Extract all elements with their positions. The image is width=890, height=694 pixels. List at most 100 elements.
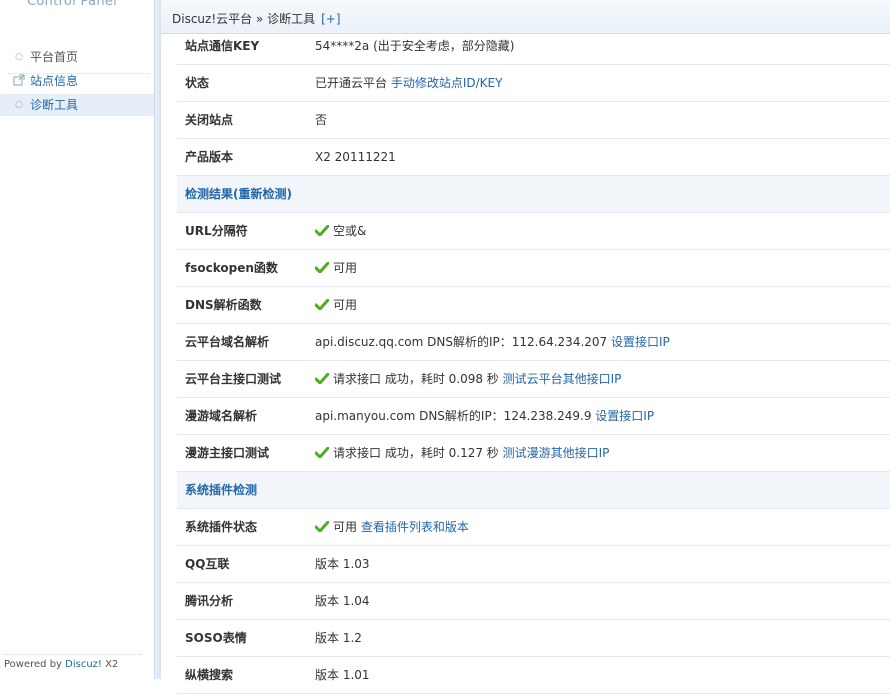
sidebar-item-platform-home[interactable]: ○ 平台首页 [0,46,154,68]
table-row: fsockopen函数 可用 [177,250,890,287]
table-row: 站点通信KEY 54****2a (出于安全考虑，部分隐藏) [177,28,890,65]
row-key: SOSO表情 [185,631,247,645]
row-value-text: 空或& [333,224,367,238]
row-value-text: 版本 1.04 [315,594,370,608]
breadcrumb-text: Discuz!云平台 » 诊断工具 [172,12,316,26]
row-key: 漫游主接口测试 [185,446,270,460]
row-value-text: 可用 [333,261,358,275]
row-value-text: 请求接口 成功，耗时 0.127 秒 [333,446,503,460]
row-key: 关闭站点 [185,113,234,127]
row-value: 版本 1.03 [315,546,370,582]
row-action-link[interactable]: 设置接口IP [595,409,654,423]
row-key: 腾讯分析 [185,594,234,608]
row-action-link[interactable]: 测试漫游其他接口IP [503,446,610,460]
row-value: 版本 1.01 [315,657,370,693]
section-header-plugins: 系统插件检测 [177,472,890,509]
row-value-text: api.discuz.qq.com DNS解析的IP：112.64.234.20… [315,335,611,349]
row-value-text: 否 [315,113,328,127]
table-row: 状态 已开通云平台 手动修改站点ID/KEY [177,65,890,102]
external-link-icon [13,70,25,92]
table-row: 漫游主接口测试 请求接口 成功，耗时 0.127 秒 测试漫游其他接口IP [177,435,890,472]
check-icon [315,225,329,236]
row-value-text: 54****2a (出于安全考虑，部分隐藏) [315,39,515,53]
row-value-text: 版本 1.2 [315,631,362,645]
table-row: SOSO表情 版本 1.2 [177,620,890,657]
row-key: 产品版本 [185,150,234,164]
row-value-text: 已开通云平台 [315,76,391,90]
table-row: 产品版本 X2 20111221 [177,139,890,176]
main-content: 站点通信KEY 54****2a (出于安全考虑，部分隐藏) 状态 已开通云平台 手动… [177,29,890,694]
row-value-text: 版本 1.03 [315,557,370,571]
footer-brand-link[interactable]: Discuz! [65,659,102,670]
row-value: 请求接口 成功，耗时 0.127 秒 测试漫游其他接口IP [315,435,609,471]
table-row: QQ互联 版本 1.03 [177,546,890,583]
row-value: X2 20111221 [315,139,396,175]
sidebar-item-diagnostics[interactable]: ○ 诊断工具 [0,94,154,116]
circle-bullet-icon: ○ [15,52,23,62]
check-icon [315,299,329,310]
row-action-link[interactable]: 测试云平台其他接口IP [503,372,622,386]
row-value-text: 可用 [333,520,361,534]
table-row: 关闭站点 否 [177,102,890,139]
row-key: 云平台主接口测试 [185,372,282,386]
sidebar-item-label: 平台首页 [30,50,79,64]
row-value-text: 版本 1.01 [315,668,370,682]
row-value-text: 请求接口 成功，耗时 0.098 秒 [333,372,503,386]
section-title: 系统插件检测 [185,483,258,497]
row-value: 已开通云平台 手动修改站点ID/KEY [315,65,502,101]
row-value-text: X2 20111221 [315,150,396,164]
row-value: 否 [315,102,327,138]
table-row: 漫游域名解析 api.manyou.com DNS解析的IP：124.238.24… [177,398,890,435]
check-icon [315,447,329,458]
sidebar-item-label: 诊断工具 [30,98,79,112]
sidebar-item-site-info[interactable]: 站点信息 [0,70,154,92]
table-row: 腾讯分析 版本 1.04 [177,583,890,620]
plugin-rows: 系统插件状态 可用 查看插件列表和版本 QQ互联 版本 1.03 腾讯分析 版本 1.04… [177,509,890,694]
table-row: 系统插件状态 可用 查看插件列表和版本 [177,509,890,546]
row-value-text: 可用 [333,298,358,312]
row-key: 云平台域名解析 [185,335,270,349]
sidebar-item-label: 站点信息 [30,74,79,88]
row-value: 可用 [315,287,357,323]
row-value-text: api.manyou.com DNS解析的IP：124.238.249.9 [315,409,596,423]
row-key: 系统插件状态 [185,520,258,534]
row-key: QQ互联 [185,557,230,571]
row-key: DNS解析函数 [185,298,262,312]
expand-toggle[interactable]: [+] [321,12,340,26]
divider [4,654,142,655]
circle-bullet-icon: ○ [15,100,23,110]
row-key: 纵横搜索 [185,668,234,682]
row-value: 54****2a (出于安全考虑，部分隐藏) [315,28,514,64]
detection-rows: URL分隔符 空或& fsockopen函数 可用 DNS解析函数 可用云平台域名解析 ap… [177,213,890,472]
logo: Control Panel [27,0,118,9]
breadcrumb: Discuz!云平台 » 诊断工具 [+] [172,10,341,27]
footer: Powered by Discuz! X2 [4,659,118,670]
row-key: 漫游域名解析 [185,409,258,423]
table-row: DNS解析函数 可用 [177,287,890,324]
section-header-detection: 检测结果(重新检测) [177,176,890,213]
section-title[interactable]: 检测结果(重新检测) [185,176,292,212]
table-row: URL分隔符 空或& [177,213,890,250]
table-row: 云平台主接口测试 请求接口 成功，耗时 0.098 秒 测试云平台其他接口IP [177,361,890,398]
sidebar-edge [154,0,161,679]
row-value: 版本 1.2 [315,620,362,656]
row-value: api.discuz.qq.com DNS解析的IP：112.64.234.20… [315,324,670,360]
row-value: api.manyou.com DNS解析的IP：124.238.249.9 设置… [315,398,654,434]
row-value: 请求接口 成功，耗时 0.098 秒 测试云平台其他接口IP [315,361,621,397]
check-icon [315,262,329,273]
row-value: 可用 查看插件列表和版本 [315,509,469,545]
check-icon [315,373,329,384]
table-row: 云平台域名解析 api.discuz.qq.com DNS解析的IP：112.64… [177,324,890,361]
row-action-link[interactable]: 设置接口IP [611,335,670,349]
check-icon [315,521,329,532]
row-value: 版本 1.04 [315,583,370,619]
row-action-link[interactable]: 手动修改站点ID/KEY [391,76,503,90]
row-action-link[interactable]: 查看插件列表和版本 [361,520,469,534]
row-key: 状态 [185,76,210,90]
footer-prefix: Powered by [4,659,66,670]
row-value: 空或& [315,213,366,249]
row-value: 可用 [315,250,357,286]
site-info-rows: 站点通信KEY 54****2a (出于安全考虑，部分隐藏) 状态 已开通云平台 手动… [177,28,890,176]
table-row: 纵横搜索 版本 1.01 [177,657,890,694]
row-key: URL分隔符 [185,224,248,238]
